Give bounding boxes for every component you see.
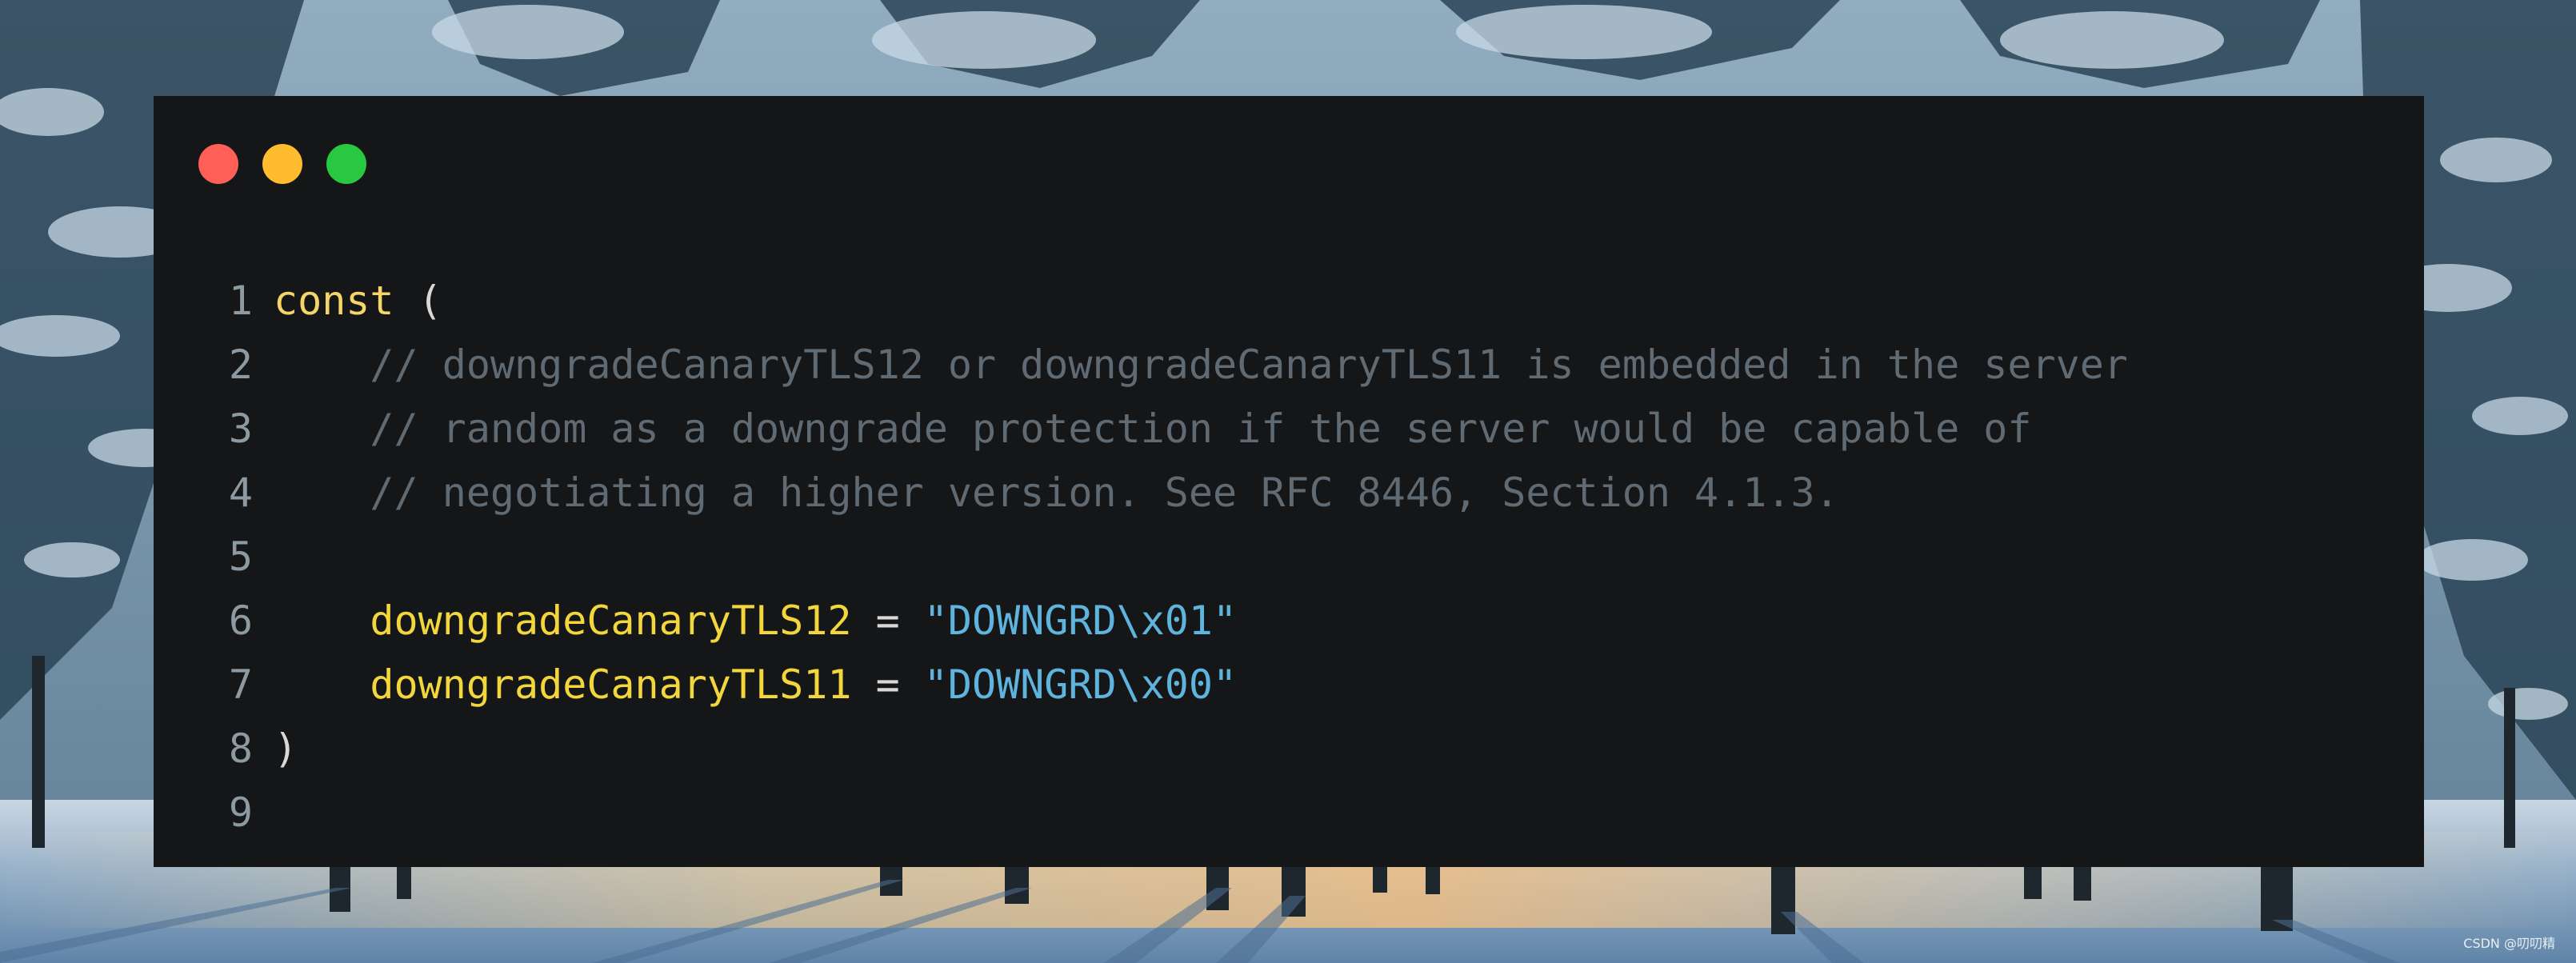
code-line: 4 // negotiating a higher version. See R… (154, 461, 2424, 525)
close-dot-icon[interactable] (198, 144, 238, 184)
code-line: 2 // downgradeCanaryTLS12 or downgradeCa… (154, 333, 2424, 397)
line-content: const ( (274, 269, 442, 333)
token-punc: ) (274, 725, 298, 772)
line-number: 4 (228, 470, 253, 516)
window-controls (198, 144, 366, 184)
code-line: 6 downgradeCanaryTLS12 = "DOWNGRD\x01" (154, 589, 2424, 653)
line-number: 6 (228, 597, 253, 644)
line-number: 1 (228, 278, 253, 324)
minimize-dot-icon[interactable] (262, 144, 302, 184)
token-ident: downgradeCanaryTLS11 (274, 661, 852, 708)
code-line: 7 downgradeCanaryTLS11 = "DOWNGRD\x00" (154, 653, 2424, 717)
watermark: CSDN @叨叨精 (2463, 936, 2555, 951)
token-ident: downgradeCanaryTLS12 (274, 597, 852, 644)
token-punc: = (851, 597, 924, 644)
token-comment: // random as a downgrade protection if t… (274, 406, 2032, 452)
line-content: ) (274, 717, 298, 781)
code-line: 8) (154, 717, 2424, 781)
token-comment: // downgradeCanaryTLS12 or downgradeCana… (274, 342, 2128, 388)
code-line: 5 (154, 525, 2424, 589)
code-line: 9 (154, 781, 2424, 845)
code-block: 1 const (2 // downgradeCanaryTLS12 or dow… (154, 269, 2424, 845)
line-content: downgradeCanaryTLS11 = "DOWNGRD\x00" (274, 653, 1237, 717)
token-punc: = (851, 661, 924, 708)
line-content: // negotiating a higher version. See RFC… (274, 461, 1839, 525)
code-window: 1 const (2 // downgradeCanaryTLS12 or dow… (154, 96, 2424, 867)
code-line: 3 // random as a downgrade protection if… (154, 397, 2424, 461)
line-number: 7 (228, 661, 253, 708)
line-number: 3 (228, 406, 253, 452)
token-str: "DOWNGRD\x00" (923, 661, 1238, 708)
line-number: 9 (228, 789, 253, 836)
line-number: 8 (228, 725, 253, 772)
line-content: downgradeCanaryTLS12 = "DOWNGRD\x01" (274, 589, 1237, 653)
token-kw: const (274, 278, 394, 324)
line-content: // random as a downgrade protection if t… (274, 397, 2032, 461)
zoom-dot-icon[interactable] (326, 144, 366, 184)
token-comment: // negotiating a higher version. See RFC… (274, 470, 1839, 516)
line-number: 5 (228, 533, 253, 580)
code-line: 1 const ( (154, 269, 2424, 333)
token-punc: ( (394, 278, 442, 324)
line-content: // downgradeCanaryTLS12 or downgradeCana… (274, 333, 2128, 397)
token-str: "DOWNGRD\x01" (923, 597, 1238, 644)
line-number: 2 (228, 342, 253, 388)
